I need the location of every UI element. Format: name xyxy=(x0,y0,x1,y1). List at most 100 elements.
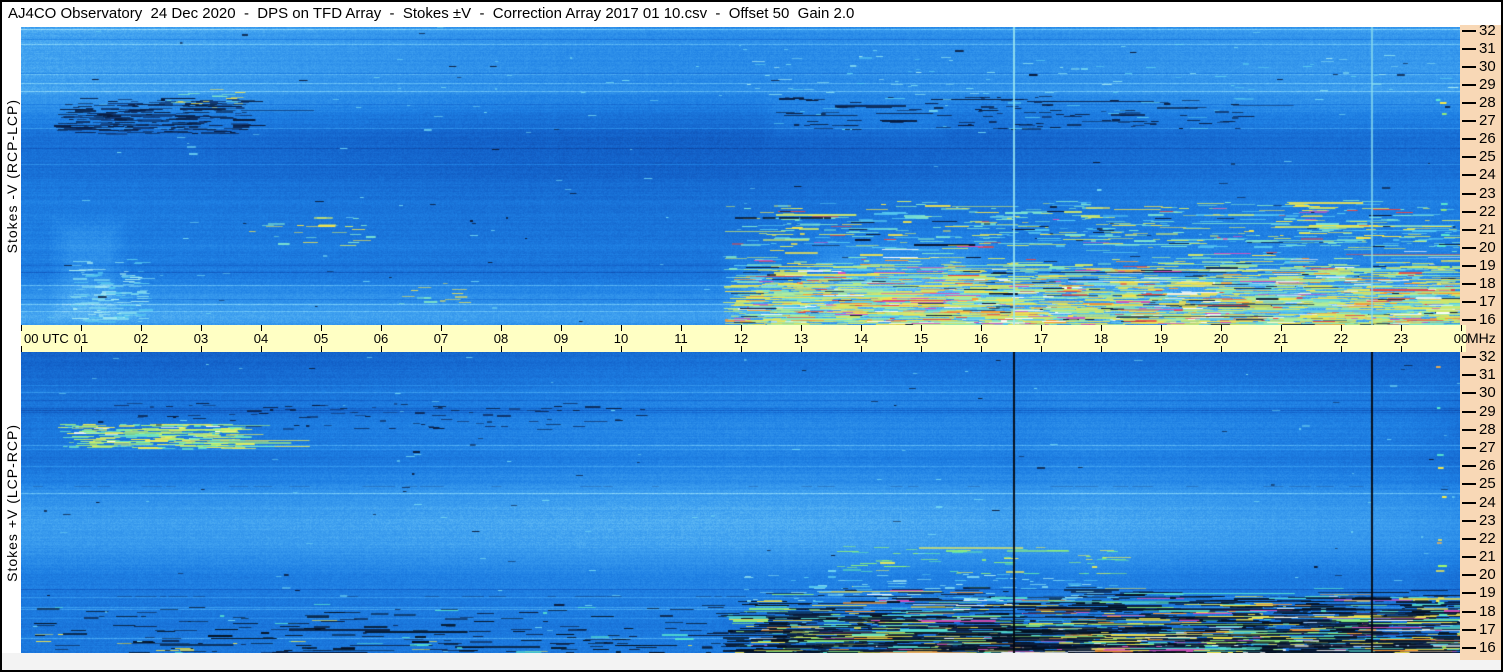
frequency-tick xyxy=(1462,410,1476,413)
hour-tick xyxy=(1101,346,1102,352)
frequency-tick xyxy=(1462,610,1476,613)
title-bar: AJ4CO Observatory 24 Dec 2020 - DPS on T… xyxy=(2,2,1501,25)
hour-tick xyxy=(1161,346,1162,352)
spectrograph-window: AJ4CO Observatory 24 Dec 2020 - DPS on T… xyxy=(0,0,1503,672)
frequency-label: 21 xyxy=(1479,548,1496,566)
hour-label: 07 xyxy=(433,331,449,346)
frequency-tick xyxy=(1462,174,1476,177)
frequency-label: 25 xyxy=(1479,475,1496,493)
hour-label: 00 UTC xyxy=(24,331,69,346)
frequency-tick xyxy=(1462,501,1476,504)
hour-tick xyxy=(321,346,322,352)
hour-tick xyxy=(1221,346,1222,352)
hour-tick xyxy=(1401,346,1402,352)
hour-tick xyxy=(1341,346,1342,352)
frequency-label: 21 xyxy=(1479,220,1496,238)
frequency-tick xyxy=(1462,556,1476,559)
hour-tick xyxy=(501,346,502,352)
hour-tick xyxy=(681,346,682,352)
hour-label: 03 xyxy=(193,331,209,346)
frequency-tick xyxy=(1462,192,1476,195)
frequency-tick xyxy=(1462,392,1476,395)
frequency-tick xyxy=(1462,592,1476,595)
frequency-tick xyxy=(1462,628,1476,631)
frequency-label: 29 xyxy=(1479,76,1496,94)
frequency-tick xyxy=(1462,156,1476,159)
frequency-tick xyxy=(1462,446,1476,449)
hour-tick xyxy=(441,346,442,352)
hour-label: 20 xyxy=(1213,331,1229,346)
frequency-label: 27 xyxy=(1479,438,1496,456)
frequency-label: 26 xyxy=(1479,457,1496,475)
frequency-label: 32 xyxy=(1479,348,1496,365)
hour-tick xyxy=(1281,346,1282,352)
frequency-tick xyxy=(1462,48,1476,51)
hour-label: 23 xyxy=(1393,331,1409,346)
frequency-tick xyxy=(1462,30,1476,32)
hour-tick xyxy=(861,346,862,352)
frequency-label: 25 xyxy=(1479,148,1496,166)
hour-label: 01 xyxy=(73,331,89,346)
frequency-label: 30 xyxy=(1479,58,1496,76)
frequency-label: 29 xyxy=(1479,402,1496,420)
hour-label: 05 xyxy=(313,331,329,346)
hour-label: 19 xyxy=(1153,331,1169,346)
hour-label: 15 xyxy=(913,331,929,346)
frequency-label: 31 xyxy=(1479,366,1496,384)
frequency-label: 17 xyxy=(1479,292,1496,310)
frequency-label: 28 xyxy=(1479,94,1496,112)
frequency-tick xyxy=(1462,428,1476,431)
frequency-label: 16 xyxy=(1479,310,1496,328)
panel-label-stokes-plus-v: Stokes +V (LCP-RCP) xyxy=(2,352,21,653)
hour-tick xyxy=(201,346,202,352)
hour-label: 21 xyxy=(1273,331,1289,346)
hour-label: 04 xyxy=(253,331,269,346)
hour-label: 18 xyxy=(1093,331,1109,346)
frequency-tick xyxy=(1462,210,1476,213)
hour-tick xyxy=(921,346,922,352)
spectrogram-panel-stokes-plus-v xyxy=(21,352,1461,653)
frequency-label: 22 xyxy=(1479,202,1496,220)
frequency-label: 27 xyxy=(1479,112,1496,130)
frequency-label: 20 xyxy=(1479,566,1496,584)
panel-label-stokes-minus-v: Stokes -V (RCP-LCP) xyxy=(2,27,21,325)
frequency-label: 31 xyxy=(1479,40,1496,58)
frequency-tick xyxy=(1462,228,1476,231)
frequency-label: 32 xyxy=(1479,22,1496,39)
hour-label: 10 xyxy=(613,331,629,346)
frequency-tick xyxy=(1462,120,1476,123)
frequency-tick xyxy=(1462,318,1476,321)
frequency-label: 22 xyxy=(1479,529,1496,547)
hour-tick xyxy=(741,346,742,352)
hour-label: 17 xyxy=(1033,331,1049,346)
hour-label: 13 xyxy=(793,331,809,346)
frequency-tick xyxy=(1462,483,1476,486)
panel-label-text: Stokes +V (LCP-RCP) xyxy=(3,423,20,582)
hour-tick xyxy=(1461,346,1462,352)
frequency-tick xyxy=(1462,264,1476,267)
hour-label: 12 xyxy=(733,331,749,346)
frequency-tick xyxy=(1462,574,1476,577)
frequency-label: 17 xyxy=(1479,620,1496,638)
frequency-tick xyxy=(1462,519,1476,522)
frequency-label: 23 xyxy=(1479,511,1496,529)
frequency-tick xyxy=(1462,374,1476,377)
hour-tick xyxy=(141,346,142,352)
frequency-tick xyxy=(1462,138,1476,141)
hour-label: 00 xyxy=(1453,331,1469,346)
frequency-label: 19 xyxy=(1479,584,1496,602)
frequency-label: 20 xyxy=(1479,238,1496,256)
hour-tick xyxy=(621,346,622,352)
hour-tick xyxy=(381,346,382,352)
frequency-tick xyxy=(1462,66,1476,69)
frequency-label: 23 xyxy=(1479,184,1496,202)
footer-strip xyxy=(2,653,1501,670)
frequency-label: 28 xyxy=(1479,420,1496,438)
frequency-label: 30 xyxy=(1479,384,1496,402)
frequency-tick xyxy=(1462,537,1476,540)
frequency-label: 24 xyxy=(1479,166,1496,184)
hour-label: 06 xyxy=(373,331,389,346)
spectrogram-panel-stokes-minus-v xyxy=(21,27,1461,325)
hour-label: 11 xyxy=(674,331,688,346)
hour-label: 09 xyxy=(553,331,569,346)
